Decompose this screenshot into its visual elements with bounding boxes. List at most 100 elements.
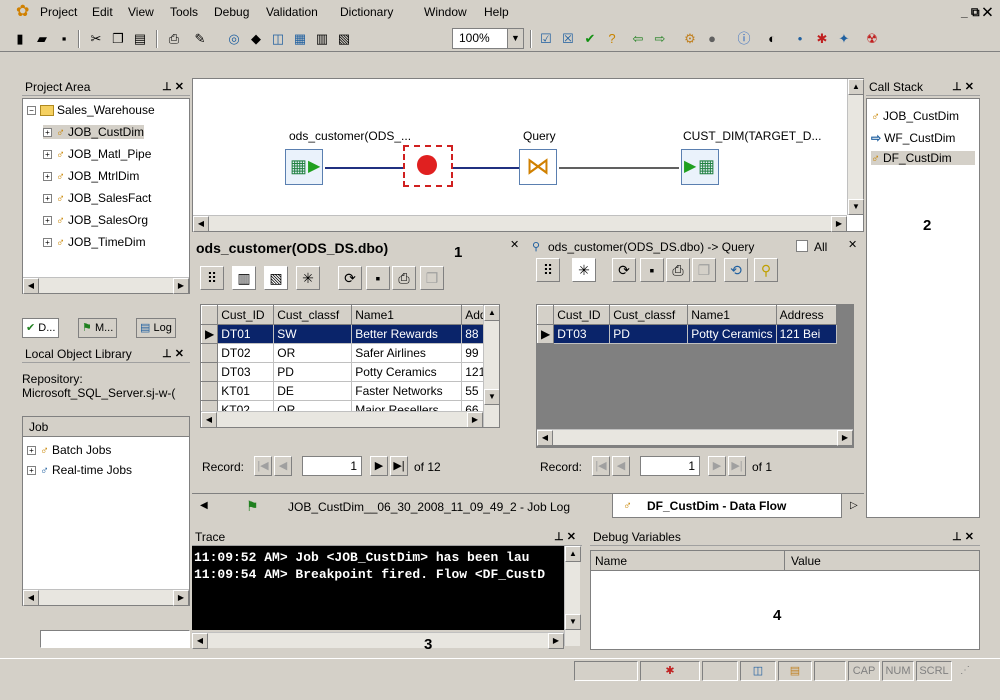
column-header[interactable]: Name1 bbox=[687, 305, 777, 325]
window-controls[interactable]: _ ⧉ ✕ bbox=[961, 5, 992, 20]
menu-view[interactable]: View bbox=[128, 5, 154, 19]
call-stack-item[interactable]: ♂ JOB_CustDim bbox=[871, 109, 959, 123]
variables-icon[interactable]: ▧ bbox=[334, 29, 354, 49]
record-input[interactable]: 1 bbox=[640, 456, 700, 476]
stop-icon[interactable]: ● bbox=[702, 29, 722, 49]
all-checkbox[interactable] bbox=[796, 240, 808, 252]
horizontal-scrollbar[interactable]: ◀ ▶ bbox=[23, 277, 189, 294]
tab-scroll-right-icon[interactable]: ▷ bbox=[850, 500, 858, 511]
grid-icon[interactable]: ▥ bbox=[312, 29, 332, 49]
refresh-icon[interactable]: ⟳ bbox=[612, 258, 636, 282]
close-icon[interactable]: ⊥ ✕ bbox=[162, 78, 184, 96]
menu-edit[interactable]: Edit bbox=[92, 5, 113, 19]
library-column-header[interactable]: Job bbox=[23, 417, 189, 437]
clear-breakpoints-icon[interactable]: ✱ bbox=[812, 29, 832, 49]
object-library-icon[interactable]: ▦ bbox=[290, 29, 310, 49]
table-row[interactable]: DT03 PD Potty Ceramics 121 bbox=[201, 362, 493, 382]
call-stack-item[interactable]: ♂ DF_CustDim bbox=[871, 151, 975, 165]
copy-icon[interactable]: ❐ bbox=[420, 266, 444, 290]
prev-record-button[interactable]: ◀ bbox=[274, 456, 292, 476]
save-icon[interactable]: ▪ bbox=[54, 29, 74, 49]
menu-validation[interactable]: Validation bbox=[266, 5, 318, 19]
column-header[interactable]: Cust_classf bbox=[609, 305, 689, 325]
tree-root[interactable]: − Sales_Warehouse bbox=[27, 103, 155, 117]
next-record-button[interactable]: ▶ bbox=[708, 456, 726, 476]
vertical-scrollbar[interactable]: ▲ ▼ bbox=[847, 79, 864, 215]
source-table-node[interactable]: ▦ ▶ bbox=[285, 149, 323, 185]
save-icon[interactable]: ▪ bbox=[366, 266, 390, 290]
save-icon[interactable]: ▪ bbox=[640, 258, 664, 282]
column-icon[interactable]: ▥ bbox=[232, 266, 256, 290]
breakpoint-icon[interactable]: ◐ bbox=[762, 29, 782, 49]
print-icon[interactable]: ⎙ bbox=[666, 258, 690, 282]
column-header[interactable]: Name bbox=[591, 551, 785, 571]
query-node[interactable]: ⋈ bbox=[519, 149, 557, 185]
column-header[interactable]: Name1 bbox=[351, 305, 463, 325]
designer-icon[interactable]: ◫ bbox=[268, 29, 288, 49]
debug-icon[interactable]: ☢ bbox=[862, 29, 882, 49]
step-into-icon[interactable]: ✦ bbox=[834, 29, 854, 49]
close-icon[interactable]: ⊥ ✕ bbox=[554, 528, 576, 546]
dataflow-canvas[interactable]: ods_customer(ODS_... Query CUST_DIM(TARG… bbox=[192, 78, 864, 232]
chevron-down-icon[interactable]: ▼ bbox=[507, 29, 523, 48]
horizontal-scrollbar[interactable]: ◀ ▶ bbox=[23, 589, 189, 606]
tab-dataflow[interactable]: ♂ DF_CustDim - Data Flow bbox=[612, 494, 842, 518]
target-table-node[interactable]: ▶ ▦ bbox=[681, 149, 719, 185]
tab-scroll-left-icon[interactable]: ◀ bbox=[200, 500, 208, 511]
menu-window[interactable]: Window bbox=[424, 5, 467, 19]
column-header[interactable]: Address bbox=[775, 305, 837, 325]
menu-dictionary[interactable]: Dictionary bbox=[340, 5, 393, 19]
library-tab-area[interactable] bbox=[40, 630, 190, 648]
table-row[interactable]: ▶ DT01 SW Better Rewards 88 bbox=[201, 324, 493, 344]
record-input[interactable]: 1 bbox=[302, 456, 362, 476]
tree-item-job[interactable]: + ♂ JOB_Matl_Pipe bbox=[43, 147, 151, 161]
check-icon[interactable]: ✔ bbox=[580, 29, 600, 49]
prev-record-button[interactable]: ◀ bbox=[612, 456, 630, 476]
debug-variables-table[interactable]: Name Value 4 bbox=[590, 550, 980, 650]
column-header[interactable]: Cust_ID bbox=[553, 305, 611, 325]
last-record-button[interactable]: ▶| bbox=[728, 456, 746, 476]
tree-item-job[interactable]: + ♂ JOB_TimeDim bbox=[43, 235, 146, 249]
tree-item-batch-jobs[interactable]: + ♂ Batch Jobs bbox=[27, 443, 111, 457]
print-icon[interactable]: ⎙ bbox=[392, 266, 416, 290]
tab-designer[interactable]: ✔ D... bbox=[22, 318, 60, 338]
table-row[interactable]: KT01 DE Faster Networks 55 bbox=[201, 381, 493, 401]
copy-icon[interactable]: ❐ bbox=[692, 258, 716, 282]
new-icon[interactable]: ▮ bbox=[10, 29, 30, 49]
menu-project[interactable]: Project bbox=[40, 5, 77, 19]
zoom-select[interactable]: 100% ▼ bbox=[452, 28, 524, 49]
resize-grip-icon[interactable]: ⋰ bbox=[960, 665, 970, 676]
tools-icon[interactable]: ✎ bbox=[190, 29, 210, 49]
call-stack-item[interactable]: ⇨ WF_CustDim bbox=[871, 131, 955, 145]
trace-log[interactable]: 11:09:52 AM> Job <JOB_CustDim> has been … bbox=[192, 546, 564, 630]
grid-view-icon[interactable]: ⠿ bbox=[536, 258, 560, 282]
horizontal-scrollbar[interactable]: ◀ ▶ bbox=[537, 429, 853, 446]
tree-item-job[interactable]: + ♂ JOB_SalesOrg bbox=[43, 213, 148, 227]
close-icon[interactable]: ⊥ ✕ bbox=[162, 345, 184, 363]
tree-item-job[interactable]: + ♂ JOB_MtrlDim bbox=[43, 169, 139, 183]
reload-icon[interactable]: ⟲ bbox=[724, 258, 748, 282]
star-icon[interactable]: ✳ bbox=[296, 266, 320, 290]
first-record-button[interactable]: |◀ bbox=[592, 456, 610, 476]
first-record-button[interactable]: |◀ bbox=[254, 456, 272, 476]
horizontal-scrollbar[interactable]: ◀ ▶ bbox=[193, 215, 847, 232]
execute-icon[interactable]: ⚙ bbox=[680, 29, 700, 49]
validate-icon[interactable]: ☑ bbox=[536, 29, 556, 49]
print-icon[interactable]: ⎙ bbox=[164, 29, 184, 49]
column-header[interactable]: Cust_classf bbox=[273, 305, 353, 325]
tree-item-job[interactable]: + ♂ JOB_SalesFact bbox=[43, 191, 151, 205]
tab-log[interactable]: ▤ Log bbox=[136, 318, 176, 338]
help-query-icon[interactable]: ? bbox=[602, 29, 622, 49]
copy-icon[interactable]: ❐ bbox=[108, 29, 128, 49]
star-icon[interactable]: ✳ bbox=[572, 258, 596, 282]
project-icon[interactable]: ◎ bbox=[224, 29, 244, 49]
next-record-button[interactable]: ▶ bbox=[370, 456, 388, 476]
close-icon[interactable]: ⊥ ✕ bbox=[952, 78, 974, 96]
close-icon[interactable]: ⊥ ✕ bbox=[952, 528, 974, 546]
table-row[interactable]: ▶ DT03 PD Potty Ceramics 121 Bei bbox=[537, 324, 837, 344]
menu-tools[interactable]: Tools bbox=[170, 5, 198, 19]
tree-item-job[interactable]: + ♂ JOB_CustDim bbox=[43, 125, 145, 139]
forward-icon[interactable]: ⇨ bbox=[650, 29, 670, 49]
refresh-icon[interactable]: ⟳ bbox=[338, 266, 362, 290]
menu-help[interactable]: Help bbox=[484, 5, 509, 19]
